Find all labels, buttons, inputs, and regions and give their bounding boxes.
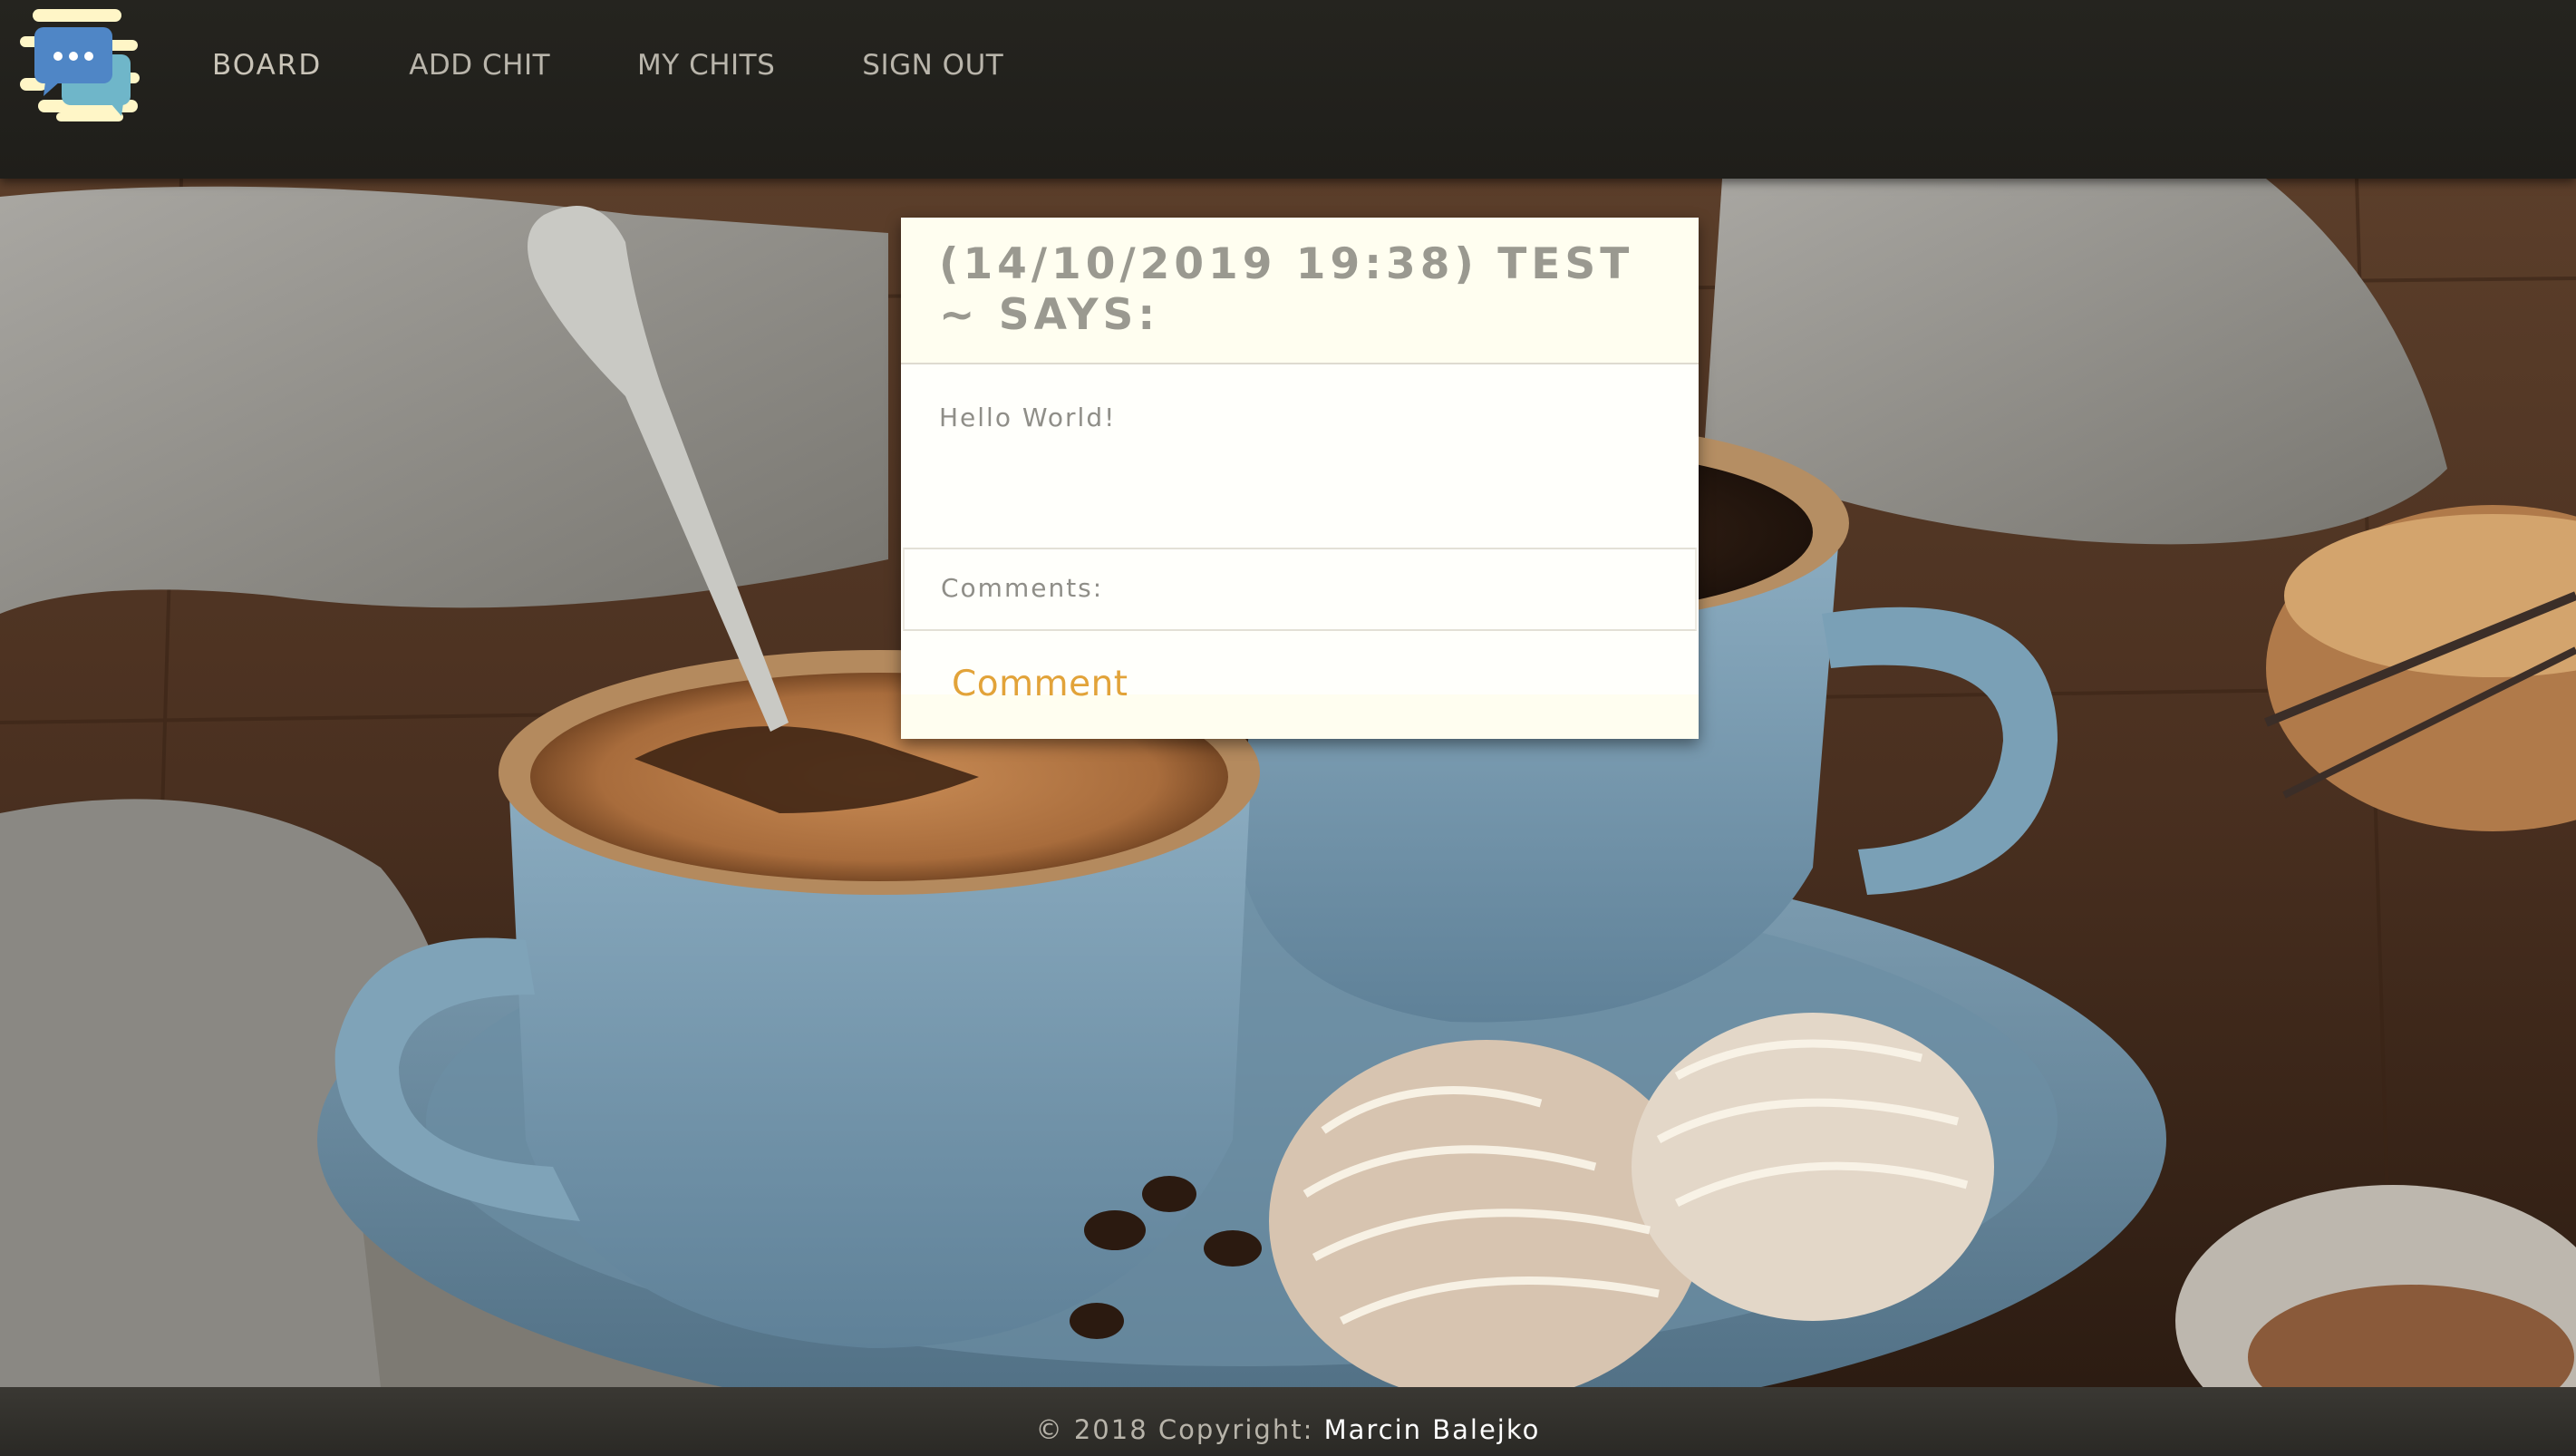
nav-links: BOARD ADD CHIT MY CHITS SIGN OUT (212, 49, 1090, 82)
comments-label: Comments: (941, 573, 1104, 603)
nav-item-sign-out[interactable]: SIGN OUT (862, 49, 1003, 82)
page: BOARD ADD CHIT MY CHITS SIGN OUT (14/10/… (0, 0, 2576, 1456)
copyright-prefix: © 2018 Copyright: (1035, 1414, 1324, 1445)
nav-item-my-chits[interactable]: MY CHITS (637, 49, 775, 82)
nav-item-add-chit[interactable]: ADD CHIT (409, 49, 550, 82)
author-link[interactable]: Marcin Balejko (1324, 1414, 1541, 1445)
navbar: BOARD ADD CHIT MY CHITS SIGN OUT (0, 0, 2576, 179)
chit-message: Hello World! (939, 403, 1117, 432)
chit-title: (14/10/2019 19:38) test ~ says: (939, 239, 1634, 340)
chit-card: (14/10/2019 19:38) test ~ says: Hello Wo… (901, 218, 1699, 739)
nav-item-board[interactable]: BOARD (212, 49, 322, 82)
comment-button[interactable]: Comment (952, 656, 1128, 712)
footer-copyright: © 2018 Copyright: Marcin Balejko (0, 1414, 2576, 1445)
footer: © 2018 Copyright: Marcin Balejko (0, 1387, 2576, 1456)
comments-section: Comments: (903, 548, 1697, 631)
chit-body: Hello World! (901, 364, 1699, 694)
chit-header: (14/10/2019 19:38) test ~ says: (901, 218, 1699, 364)
chat-bubbles-logo-icon[interactable] (20, 9, 141, 125)
